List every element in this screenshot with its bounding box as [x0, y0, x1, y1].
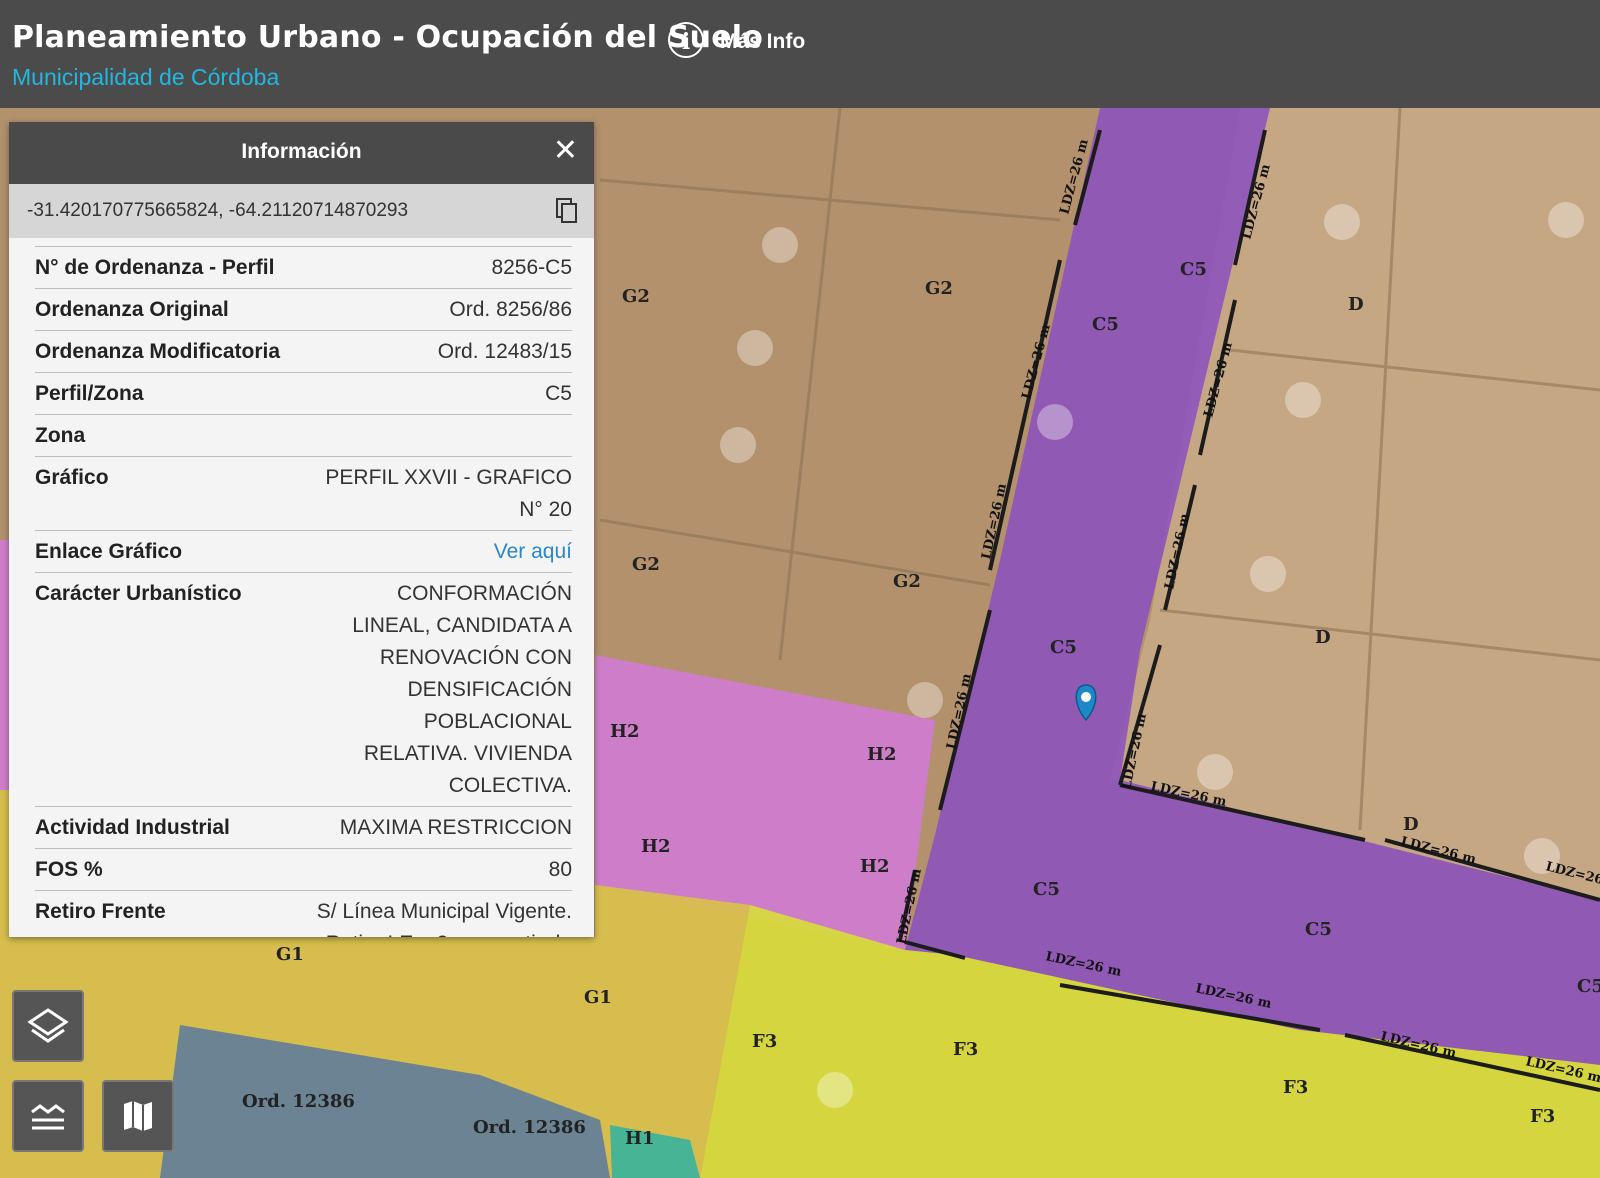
attribute-key: N° de Ordenanza - Perfil: [35, 256, 275, 279]
attribute-key: Actividad Industrial: [35, 816, 230, 839]
svg-text:G2: G2: [632, 554, 660, 575]
svg-text:F3: F3: [953, 1039, 978, 1060]
svg-text:C5: C5: [1033, 879, 1060, 900]
svg-text:G2: G2: [622, 286, 650, 307]
copy-icon[interactable]: [556, 198, 578, 224]
attribute-key: Gráfico: [35, 466, 109, 489]
svg-text:C5: C5: [1305, 919, 1332, 940]
attribute-key: Enlace Gráfico: [35, 540, 183, 563]
svg-text:H2: H2: [860, 856, 890, 877]
svg-text:G1: G1: [276, 944, 304, 965]
info-icon[interactable]: i: [668, 22, 704, 58]
layers-icon: [27, 1008, 69, 1043]
basemap-button[interactable]: [102, 1080, 174, 1152]
more-info-link[interactable]: Más Info: [720, 30, 805, 54]
layers-button[interactable]: [12, 990, 84, 1062]
attribute-row: Retiro Frente S/ Línea Municipal Vigente.…: [35, 890, 572, 937]
attribute-key: Zona: [35, 424, 86, 447]
attribute-key: Ordenanza Original: [35, 298, 229, 321]
attribute-value: [315, 420, 572, 452]
attribute-key: Perfil/Zona: [35, 382, 144, 405]
info-panel-title: Información: [241, 140, 362, 163]
attribute-value: S/ Línea Municipal Vigente. Retiro LE a …: [316, 900, 572, 937]
zone-h2-west: [0, 540, 9, 790]
attribute-row: Carácter Urbanístico CONFORMACIÓN LINEAL,…: [35, 572, 572, 806]
app-subtitle: Municipalidad de Córdoba: [12, 64, 280, 90]
legend-icon: [31, 1104, 65, 1130]
svg-text:F3: F3: [1530, 1106, 1555, 1127]
coordinates-bar: -31.420170775665824, -64.21120714870293: [9, 184, 594, 238]
attribute-table: N° de Ordenanza - Perfil 8256-C5 Ordenanza…: [35, 246, 572, 937]
basemap-icon: [124, 1101, 152, 1131]
svg-text:H2: H2: [867, 744, 897, 765]
attribute-value: 8256-C5: [491, 256, 572, 279]
svg-text:D: D: [1403, 814, 1419, 835]
svg-text:C5: C5: [1180, 259, 1207, 280]
svg-text:Ord. 12386: Ord. 12386: [242, 1091, 355, 1112]
attribute-row: N° de Ordenanza - Perfil 8256-C5: [35, 246, 572, 288]
attribute-row: Gráfico PERFIL XXVII - GRAFICO N° 20: [35, 456, 572, 530]
attribute-row: Actividad Industrial MAXIMA RESTRICCION: [35, 806, 572, 848]
app-header: Planeamiento Urbano - Ocupación del Suel…: [0, 0, 1600, 108]
attribute-value: Ord. 12483/15: [437, 340, 572, 363]
attribute-value: C5: [545, 382, 572, 405]
attribute-row: Enlace Gráfico Ver aquí: [35, 530, 572, 572]
svg-text:D: D: [1348, 294, 1364, 315]
svg-text:G2: G2: [893, 571, 921, 592]
attribute-value: PERFIL XXVII - GRAFICO N° 20: [325, 466, 572, 521]
info-panel-header: Información ✕: [9, 122, 594, 184]
attribute-row: FOS % 80: [35, 848, 572, 890]
attribute-link[interactable]: Ver aquí: [315, 536, 572, 568]
svg-text:C5: C5: [1050, 637, 1077, 658]
attribute-row: Zona: [35, 414, 572, 456]
attribute-value: 80: [548, 858, 572, 881]
attribute-row: Perfil/Zona C5: [35, 372, 572, 414]
close-icon[interactable]: ✕: [553, 136, 578, 166]
attribute-key: Carácter Urbanístico: [35, 582, 242, 605]
svg-text:F3: F3: [1283, 1077, 1308, 1098]
app-title: Planeamiento Urbano - Ocupación del Suel…: [12, 20, 764, 55]
svg-text:H2: H2: [610, 721, 640, 742]
attribute-row: Ordenanza Modificatoria Ord. 12483/15: [35, 330, 572, 372]
svg-text:H2: H2: [641, 836, 671, 857]
svg-text:H1: H1: [625, 1128, 655, 1149]
legend-button[interactable]: [12, 1080, 84, 1152]
svg-text:Ord. 12386: Ord. 12386: [473, 1117, 586, 1138]
attribute-key: Ordenanza Modificatoria: [35, 340, 281, 363]
attribute-row: Ordenanza Original Ord. 8256/86: [35, 288, 572, 330]
svg-text:D: D: [1315, 627, 1331, 648]
svg-text:C5: C5: [1092, 314, 1119, 335]
coordinates-text: -31.420170775665824, -64.21120714870293: [27, 200, 409, 221]
info-panel: Información ✕ -31.420170775665824, -64.2…: [9, 122, 594, 937]
attribute-key: FOS %: [35, 858, 103, 881]
svg-text:C5: C5: [1577, 976, 1600, 997]
attribute-value: Ord. 8256/86: [449, 298, 572, 321]
attribute-value: MAXIMA RESTRICCION: [339, 816, 572, 839]
svg-text:F3: F3: [752, 1031, 777, 1052]
attribute-value: CONFORMACIÓN LINEAL, CANDIDATA A RENOVAC…: [352, 582, 572, 797]
attribute-key: Retiro Frente: [35, 900, 166, 923]
svg-text:G1: G1: [584, 987, 612, 1008]
svg-text:G2: G2: [925, 278, 953, 299]
